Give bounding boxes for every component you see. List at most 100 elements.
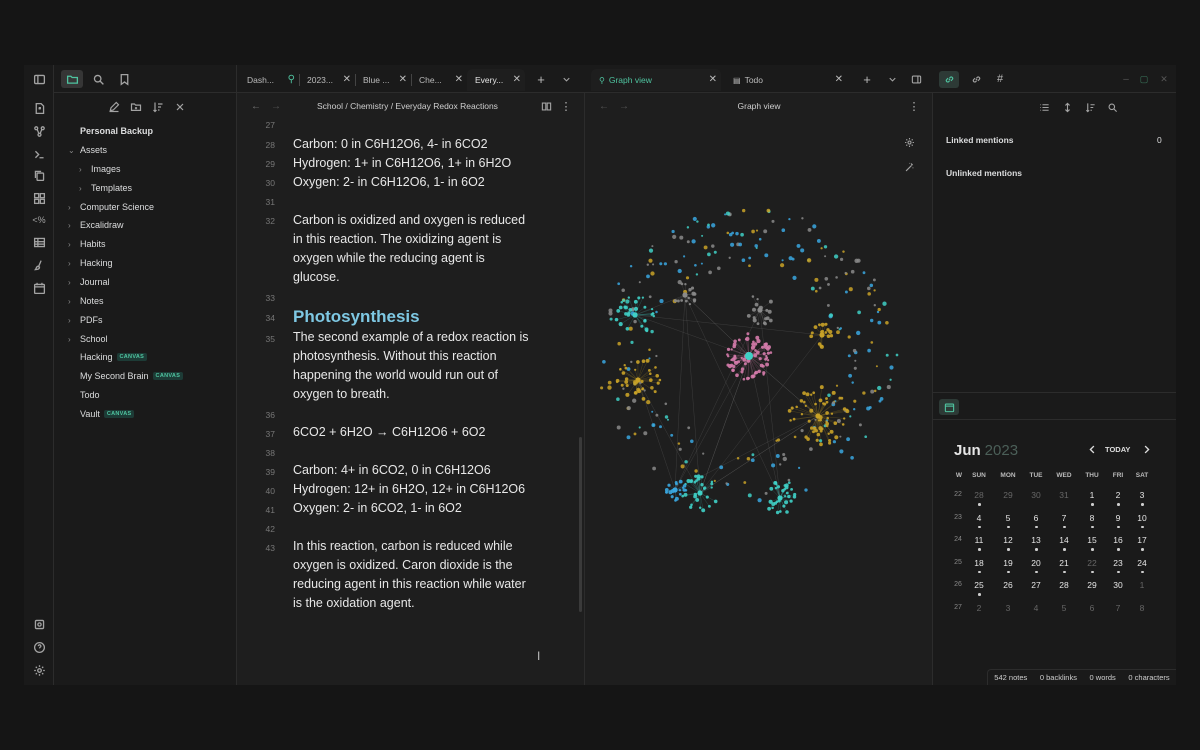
graph-node[interactable]	[765, 356, 769, 360]
graph-node[interactable]	[853, 366, 857, 370]
graph-node[interactable]	[622, 298, 626, 302]
graph-node[interactable]	[746, 332, 750, 336]
graph-node[interactable]	[726, 353, 729, 356]
graph-node[interactable]	[692, 216, 697, 221]
code-percent-icon[interactable]: <%	[30, 211, 48, 229]
graph-node[interactable]	[810, 426, 814, 430]
graph-node[interactable]	[703, 245, 708, 250]
graph-node[interactable]	[805, 392, 810, 397]
graph-node[interactable]	[782, 504, 786, 508]
graph-node[interactable]	[683, 255, 686, 258]
new-folder-icon[interactable]	[128, 99, 144, 115]
graph-node[interactable]	[671, 229, 675, 234]
graph-node[interactable]	[680, 299, 683, 302]
calendar-icon[interactable]	[939, 399, 959, 415]
graph-node[interactable]	[758, 357, 762, 361]
graph-node[interactable]	[773, 501, 778, 505]
graph-node[interactable]	[735, 373, 739, 378]
calendar-icon[interactable]	[30, 279, 48, 297]
calendar-day[interactable]: 19	[994, 558, 1022, 568]
graph-node[interactable]	[869, 318, 874, 323]
graph-node[interactable]	[650, 386, 654, 390]
graph-node[interactable]	[763, 345, 768, 349]
graph-node[interactable]	[752, 340, 755, 344]
graph-node[interactable]	[638, 281, 641, 284]
tree-folder-assets[interactable]: ⌄ Assets	[68, 145, 107, 155]
graph-node[interactable]	[756, 350, 760, 355]
graph-node[interactable]	[713, 499, 718, 504]
graph-node[interactable]	[659, 262, 663, 266]
graph-node[interactable]	[627, 296, 630, 299]
graph-node[interactable]	[774, 481, 778, 485]
graph-node[interactable]	[632, 398, 637, 403]
graph-node[interactable]	[782, 456, 787, 462]
graph-node[interactable]	[839, 449, 844, 454]
graph-node[interactable]	[736, 456, 740, 460]
graph-node[interactable]	[676, 299, 680, 303]
new-tab-icon[interactable]: +	[534, 72, 548, 87]
graph-node[interactable]	[852, 348, 857, 353]
outgoing-links-icon[interactable]	[969, 72, 983, 86]
graph-node[interactable]	[602, 359, 606, 364]
graph-node[interactable]	[667, 483, 671, 487]
graph-node[interactable]	[666, 418, 670, 421]
graph-node[interactable]	[877, 385, 882, 391]
unlinked-mentions-label[interactable]: Unlinked mentions	[946, 168, 1022, 178]
graph-node[interactable]	[769, 351, 773, 354]
graph-node[interactable]	[694, 263, 697, 267]
graph-node[interactable]	[877, 307, 881, 312]
graph-node[interactable]	[646, 399, 651, 405]
close-icon[interactable]: ✕	[513, 74, 521, 85]
chevron-down-icon[interactable]	[559, 72, 573, 86]
graph-node[interactable]	[740, 370, 744, 374]
settings-icon[interactable]	[30, 661, 48, 679]
graph-node[interactable]	[762, 352, 766, 356]
graph-node[interactable]	[750, 345, 755, 350]
tree-file-vault[interactable]: Vault CANVAS	[80, 409, 135, 419]
graph-node[interactable]	[831, 390, 836, 395]
graph-node[interactable]	[672, 487, 678, 493]
graph-node[interactable]	[608, 311, 613, 316]
graph-node[interactable]	[767, 506, 771, 511]
graph-node[interactable]	[784, 500, 789, 505]
graph-node[interactable]	[764, 253, 769, 258]
graph-node[interactable]	[842, 407, 847, 411]
graph-node[interactable]	[745, 352, 753, 360]
graph-node[interactable]	[856, 330, 861, 336]
graph-node[interactable]	[788, 256, 793, 261]
graph-node[interactable]	[870, 389, 875, 394]
graph-node[interactable]	[790, 406, 794, 410]
graph-node[interactable]	[779, 263, 785, 268]
graph-node[interactable]	[686, 226, 690, 229]
graph-node[interactable]	[701, 234, 704, 237]
new-tab-icon[interactable]: +	[860, 72, 874, 87]
graph-node[interactable]	[829, 334, 834, 338]
tree-folder-computer-science[interactable]: › Computer Science	[68, 202, 154, 212]
graph-node[interactable]	[824, 255, 827, 258]
graph-node[interactable]	[753, 353, 758, 358]
graph-node[interactable]	[877, 320, 882, 325]
graph-node[interactable]	[775, 454, 780, 458]
vault-root[interactable]: Personal Backup	[80, 126, 153, 136]
copy-icon[interactable]	[30, 166, 48, 184]
graph-node[interactable]	[809, 447, 813, 451]
graph-node[interactable]	[695, 497, 700, 502]
graph-node[interactable]	[768, 499, 773, 504]
graph-node[interactable]	[826, 334, 831, 338]
graph-node[interactable]	[754, 349, 757, 352]
graph-node[interactable]	[617, 282, 621, 286]
calendar-day[interactable]: 8	[1078, 513, 1106, 523]
graph-node[interactable]	[820, 322, 825, 327]
calendar-day[interactable]: 13	[1022, 535, 1050, 545]
graph-node[interactable]	[814, 277, 819, 282]
graph-node[interactable]	[800, 248, 805, 253]
graph-node[interactable]	[643, 431, 648, 436]
graph-node[interactable]	[641, 397, 646, 401]
files-folder-icon[interactable]	[61, 70, 83, 88]
graph-node[interactable]	[781, 259, 784, 262]
graph-node[interactable]	[818, 398, 823, 403]
graph-node[interactable]	[755, 229, 759, 232]
calendar-day[interactable]: 29	[994, 490, 1022, 500]
graph-node[interactable]	[757, 498, 762, 503]
graph-node[interactable]	[748, 256, 752, 260]
